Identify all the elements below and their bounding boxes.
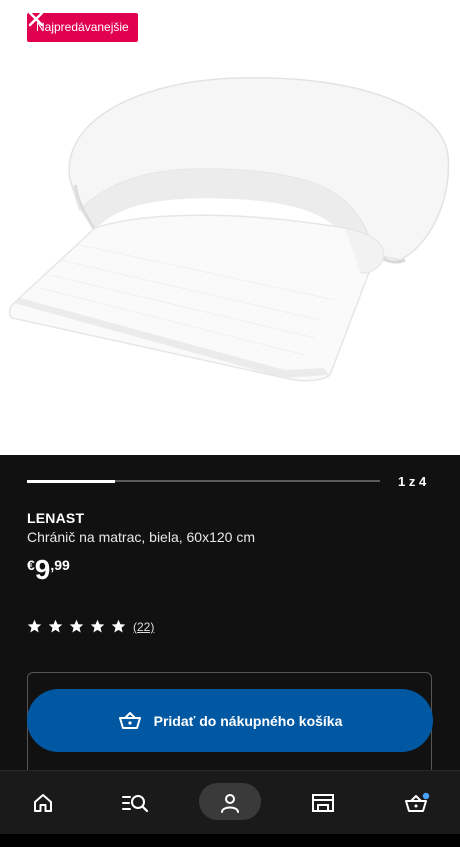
product-image-area[interactable]: Najpredávanejšie <box>0 0 460 455</box>
star-icon <box>90 619 105 633</box>
add-to-cart-button[interactable]: Pridať do nákupného košíka <box>27 689 433 752</box>
nav-item-cart[interactable] <box>387 771 447 834</box>
product-description: Chránič na matrac, biela, 60x120 cm <box>27 529 255 545</box>
basket-icon <box>118 711 141 729</box>
nav-item-profile[interactable] <box>200 771 260 834</box>
star-icon <box>48 619 63 633</box>
gallery-progress-fill <box>27 480 116 483</box>
bestseller-badge-label: Najpredávanejšie <box>36 20 129 34</box>
add-to-cart-label: Pridať do nákupného košíka <box>153 712 343 729</box>
gallery-pager: 1 z 4 <box>398 474 427 489</box>
nav-item-stores[interactable] <box>293 771 353 834</box>
reviews-count-link[interactable]: (22) <box>133 620 154 634</box>
store-icon <box>312 793 334 812</box>
product-name: LENAST <box>27 510 85 526</box>
product-image <box>8 77 450 382</box>
price-decimal: ,99 <box>50 557 70 573</box>
nav-item-home[interactable] <box>13 771 73 834</box>
product-rating[interactable]: (22) <box>27 619 154 634</box>
home-icon <box>34 793 52 812</box>
star-icon <box>69 619 84 633</box>
close-icon[interactable] <box>27 10 45 28</box>
price-currency: € <box>27 557 35 573</box>
bottom-navigation <box>0 770 460 834</box>
star-icon <box>27 619 42 633</box>
rating-stars <box>27 619 132 634</box>
profile-icon <box>221 793 239 813</box>
cart-notification-dot <box>422 792 430 799</box>
price-integer: 9 <box>34 554 51 585</box>
system-gesture-bar <box>0 834 460 847</box>
gallery-progress <box>27 480 380 483</box>
star-icon <box>111 619 126 633</box>
cart-icon <box>405 792 430 812</box>
nav-item-search[interactable] <box>105 771 165 834</box>
search-list-icon <box>122 794 149 812</box>
product-price: €9,99 <box>27 554 70 586</box>
